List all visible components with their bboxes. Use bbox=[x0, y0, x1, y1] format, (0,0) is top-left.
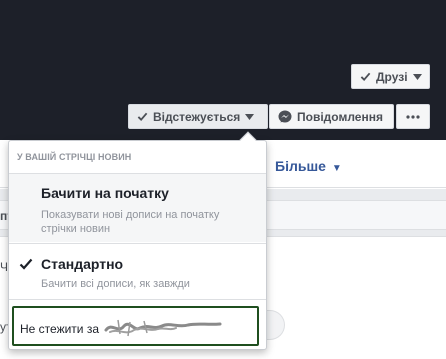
default-description: Бачити всі дописи, як завжди bbox=[41, 278, 190, 290]
following-button-label: Відстежується bbox=[153, 109, 241, 124]
chevron-down-icon bbox=[412, 73, 422, 80]
default-title: Стандартно bbox=[41, 256, 124, 272]
default-option[interactable]: Стандартно Бачити всі дописи, як завжди bbox=[9, 244, 266, 298]
tab-more[interactable]: Більше ▼ bbox=[275, 158, 342, 174]
unfollow-label: Не стежити за bbox=[20, 322, 100, 336]
chevron-down-icon bbox=[245, 113, 255, 120]
more-options-button[interactable] bbox=[396, 104, 430, 129]
following-button[interactable]: Відстежується bbox=[128, 104, 268, 129]
friends-button[interactable]: Друзі bbox=[351, 64, 430, 89]
unfollow-option[interactable]: Не стежити за bbox=[12, 306, 259, 346]
friends-button-label: Друзі bbox=[376, 69, 408, 84]
checkmark-icon bbox=[137, 111, 148, 122]
dropdown-divider bbox=[9, 299, 266, 300]
see-first-title: Бачити на початку bbox=[41, 185, 169, 201]
tab-more-label: Більше bbox=[275, 158, 326, 174]
chevron-down-icon: ▼ bbox=[331, 163, 342, 174]
message-button-label: Повідомлення bbox=[297, 109, 383, 124]
checkmark-icon bbox=[19, 257, 33, 271]
ellipsis-icon bbox=[406, 114, 420, 119]
messenger-icon bbox=[278, 110, 292, 124]
redacted-name-scribble bbox=[104, 316, 222, 343]
checkmark-icon bbox=[360, 71, 371, 82]
following-dropdown-menu: У ВАШІЙ СТРІЧЦІ НОВИН Бачити на початку … bbox=[8, 131, 267, 350]
profile-page: Друзі Більше▼ пт Ча ут Відстежується По bbox=[0, 0, 446, 359]
see-first-description: Показувати нові дописи на початку стрічк… bbox=[41, 209, 220, 235]
see-first-option[interactable]: Бачити на початку Показувати нові дописи… bbox=[9, 174, 266, 242]
message-button[interactable]: Повідомлення bbox=[269, 104, 394, 129]
dropdown-section-header: У ВАШІЙ СТРІЧЦІ НОВИН bbox=[17, 152, 132, 162]
